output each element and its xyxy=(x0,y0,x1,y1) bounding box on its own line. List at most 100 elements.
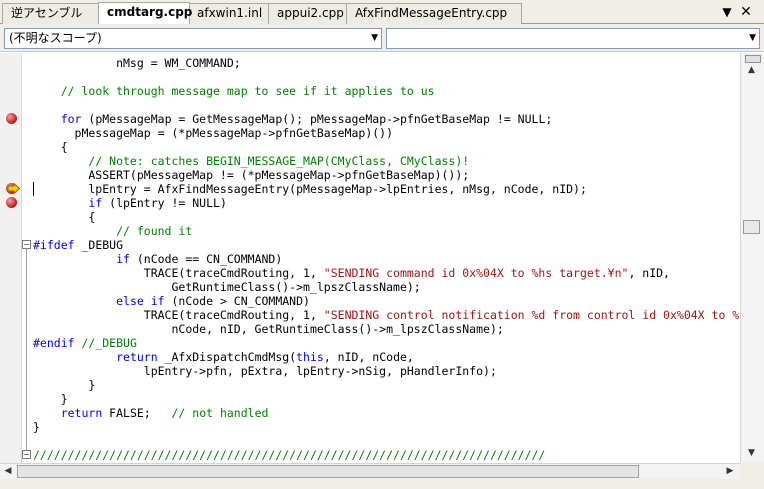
code-token: } xyxy=(33,392,68,406)
code-token: lpEntry->pfn, pExtra, lpEntry->nSig, pHa… xyxy=(33,364,497,378)
code-comment: // not handled xyxy=(171,406,269,420)
code-line[interactable]: return _AfxDispatchCmdMsg(this, nID, nCo… xyxy=(33,350,414,364)
code-line[interactable]: TRACE(traceCmdRouting, 1, "SENDING contr… xyxy=(33,308,739,322)
code-line[interactable]: pMessageMap = (*pMessageMap->pfnGetBaseM… xyxy=(33,126,394,140)
breakpoint-icon[interactable] xyxy=(6,197,17,208)
code-token: GetRuntimeClass()->m_lpszClassName); xyxy=(33,280,421,294)
collapse-outline-icon[interactable]: − xyxy=(22,240,31,249)
scrollbar-corner xyxy=(740,463,764,479)
scroll-up-icon[interactable]: ▲ xyxy=(743,63,760,78)
tab-afxfindmessageentry-cpp[interactable]: AfxFindMessageEntry.cpp xyxy=(346,3,522,24)
code-token: TRACE(traceCmdRouting, 1, xyxy=(33,266,324,280)
code-token: { xyxy=(33,140,68,154)
code-comment: ////////////////////////////////////////… xyxy=(33,448,546,462)
outline-guide-line xyxy=(26,249,27,450)
tab-disassembly[interactable]: 逆アセンブル xyxy=(2,3,100,24)
code-line[interactable]: { xyxy=(33,140,68,154)
tab-dropdown-icon[interactable]: ▼ xyxy=(719,4,735,20)
scroll-left-icon[interactable]: ◀ xyxy=(0,464,16,479)
code-line[interactable]: #ifdef _DEBUG xyxy=(33,238,123,252)
code-token: , nID, nCode, xyxy=(323,350,414,364)
code-token: (pMessageMap = GetMessageMap(); pMessage… xyxy=(81,112,553,126)
scope-combo-right[interactable]: ▼ xyxy=(386,28,760,49)
tab-afxwin1-inl[interactable]: afxwin1.inl xyxy=(188,3,270,24)
tab-appui2-cpp[interactable]: appui2.cpp xyxy=(268,3,348,24)
scope-combo-left-value: (不明なスコープ) xyxy=(9,31,102,45)
code-line[interactable]: nCode, nID, GetRuntimeClass()->m_lpszCla… xyxy=(33,322,504,336)
code-line[interactable]: lpEntry->pfn, pExtra, lpEntry->nSig, pHa… xyxy=(33,364,497,378)
code-comment: // look through message map to see if it… xyxy=(60,84,435,98)
code-token: _AfxDispatchCmdMsg( xyxy=(157,350,297,364)
code-line[interactable]: else if (nCode > CN_COMMAND) xyxy=(33,294,310,308)
vertical-scrollbar[interactable]: ▲ ▼ xyxy=(740,53,764,463)
code-comment: //_DEBUG xyxy=(81,336,137,350)
code-token: _DEBUG xyxy=(74,238,124,252)
close-icon[interactable]: ✕ xyxy=(738,4,754,20)
chevron-down-icon[interactable]: ▼ xyxy=(371,29,378,48)
scope-combo-left[interactable]: (不明なスコープ) ▼ xyxy=(4,28,382,49)
splitter-handle[interactable] xyxy=(745,55,761,63)
code-line[interactable]: // Note: catches BEGIN_MESSAGE_MAP(CMyCl… xyxy=(33,154,469,168)
code-keyword: this xyxy=(296,350,324,364)
code-keyword: #ifdef xyxy=(33,238,75,252)
code-line[interactable]: lpEntry = AfxFindMessageEntry(pMessageMa… xyxy=(33,182,587,196)
current-statement-arrow-icon xyxy=(7,183,21,194)
code-line[interactable]: } xyxy=(33,392,68,406)
tab-cmdtarg-cpp[interactable]: cmdtarg.cpp xyxy=(98,2,192,24)
code-line[interactable]: ASSERT(pMessageMap != (*pMessageMap->pfn… xyxy=(33,168,469,182)
scroll-down-icon[interactable]: ▼ xyxy=(743,446,760,461)
code-line[interactable]: #endif //_DEBUG xyxy=(33,336,137,350)
code-line[interactable]: return FALSE; // not handled xyxy=(33,406,269,420)
code-line[interactable]: if (nCode == CN_COMMAND) xyxy=(33,252,282,266)
code-token: (lpEntry != NULL) xyxy=(102,196,227,210)
text-caret xyxy=(33,182,34,196)
code-keyword: for xyxy=(60,112,82,126)
code-token: nMsg = WM_COMMAND; xyxy=(33,56,241,70)
code-line[interactable]: if (lpEntry != NULL) xyxy=(33,196,227,210)
code-line[interactable]: ////////////////////////////////////////… xyxy=(33,448,545,462)
window-bottom-edge xyxy=(0,479,764,489)
code-line[interactable]: // found it xyxy=(33,224,192,238)
code-token: FALSE; xyxy=(102,406,172,420)
code-keyword: return xyxy=(60,406,103,420)
code-line[interactable]: GetRuntimeClass()->m_lpszClassName); xyxy=(33,280,421,294)
code-comment: // found it xyxy=(116,224,193,238)
code-line[interactable]: } xyxy=(33,378,95,392)
horizontal-scrollbar[interactable]: ◀ ▶ xyxy=(0,463,740,479)
code-line[interactable]: TRACE(traceCmdRouting, 1, "SENDING comma… xyxy=(33,266,670,280)
code-keyword: return xyxy=(116,350,158,364)
code-token: nCode, nID, GetRuntimeClass()->m_lpszCla… xyxy=(33,322,504,336)
code-token: } xyxy=(33,420,40,434)
breakpoint-icon[interactable] xyxy=(6,113,17,124)
document-tab-bar: 逆アセンブル cmdtarg.cpp afxwin1.inl appui2.cp… xyxy=(0,0,764,24)
code-token: , nID, xyxy=(628,266,670,280)
code-token: pMessageMap = (*pMessageMap->pfnGetBaseM… xyxy=(33,126,394,140)
code-line[interactable]: // look through message map to see if it… xyxy=(33,84,435,98)
horizontal-scroll-thumb[interactable] xyxy=(17,465,639,478)
code-keyword: else if xyxy=(116,294,165,308)
code-comment: // Note: catches BEGIN_MESSAGE_MAP(CMyCl… xyxy=(88,154,470,168)
code-token: (nCode == CN_COMMAND) xyxy=(129,252,283,266)
scroll-right-icon[interactable]: ▶ xyxy=(722,464,738,479)
chevron-down-icon[interactable]: ▼ xyxy=(749,29,756,48)
scope-bar: (不明なスコープ) ▼ ▼ xyxy=(0,24,764,52)
breakpoint-gutter[interactable] xyxy=(0,53,22,463)
code-line[interactable]: nMsg = WM_COMMAND; xyxy=(33,56,241,70)
vertical-scroll-thumb[interactable] xyxy=(743,220,760,234)
code-token: { xyxy=(33,210,96,224)
code-line[interactable]: } xyxy=(33,420,40,434)
code-line[interactable]: { xyxy=(33,210,95,224)
code-token: TRACE(traceCmdRouting, 1, xyxy=(33,308,324,322)
collapse-outline-icon[interactable]: − xyxy=(22,450,31,459)
code-keyword: #endif xyxy=(33,336,75,350)
code-line[interactable]: for (pMessageMap = GetMessageMap(); pMes… xyxy=(33,112,553,126)
code-token: (nCode > CN_COMMAND) xyxy=(164,294,310,308)
code-editor[interactable]: nMsg = WM_COMMAND; // look through messa… xyxy=(0,53,740,463)
